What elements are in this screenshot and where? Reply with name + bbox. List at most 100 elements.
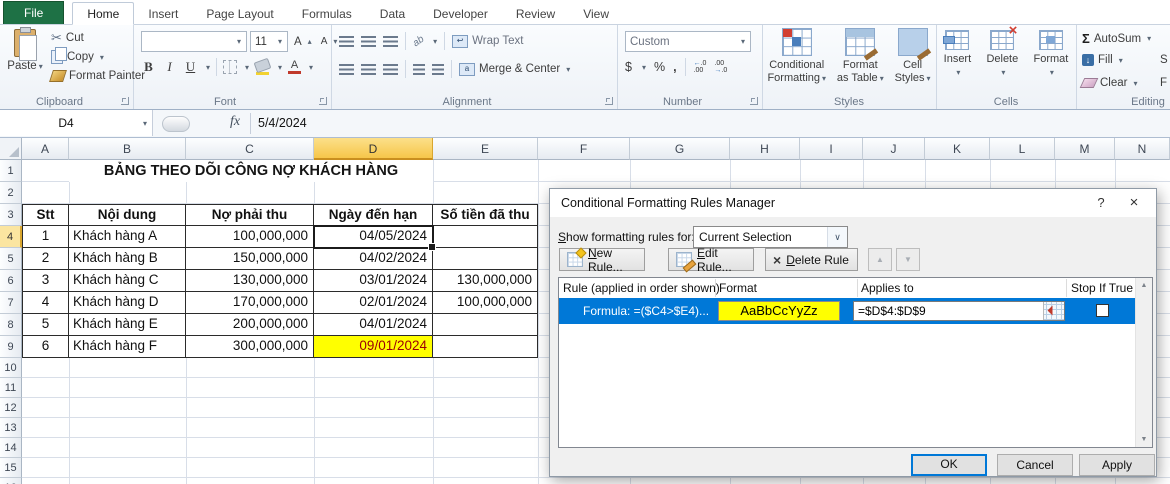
row-header-2[interactable]: 2 [0,182,22,204]
cell-C7[interactable]: 170,000,000 [186,292,314,314]
delete-cells-button[interactable]: Delete ▾ [986,24,1018,79]
paste-button[interactable]: Paste ▾ [4,27,46,95]
alignment-dialog-launcher-icon[interactable] [605,97,613,105]
cell-E9[interactable] [433,336,538,358]
tab-formulas[interactable]: Formulas [288,3,366,24]
formula-bar-value[interactable]: 5/4/2024 [258,116,307,130]
merge-center-button[interactable]: a Merge & Center ▾ [459,62,570,76]
cell-D9[interactable]: 09/01/2024 [314,336,433,358]
tab-home[interactable]: Home [72,2,135,25]
increase-decimal-button[interactable]: ←.0 .00 [694,60,707,74]
col-header-H[interactable]: H [730,138,800,160]
row-header-4[interactable]: 4 [0,226,22,248]
cell-C5[interactable]: 150,000,000 [186,248,314,270]
tab-file[interactable]: File [3,1,65,24]
applies-to-field[interactable]: =$D$4:$D$9 [853,301,1065,321]
percent-style-button[interactable]: % [654,60,665,74]
cell-E7[interactable]: 100,000,000 [433,292,538,314]
cancel-button[interactable]: Cancel [997,454,1073,476]
font-size-combo[interactable]: 11 ▾ [250,31,288,52]
autosum-button[interactable]: Σ AutoSum ▾ [1082,31,1151,46]
borders-button[interactable] [223,60,238,74]
cell-C6[interactable]: 130,000,000 [186,270,314,292]
name-box[interactable]: D4 ▾ [0,110,153,136]
decrease-decimal-button[interactable]: .00 →.0 [714,60,727,74]
dialog-titlebar[interactable]: Conditional Formatting Rules Manager ? × [550,189,1156,217]
col-header-F[interactable]: F [538,138,630,160]
row-header-9[interactable]: 9 [0,336,22,358]
col-header-N[interactable]: N [1115,138,1170,160]
align-right-icon[interactable] [383,63,398,75]
align-middle-icon[interactable] [361,35,376,47]
select-all-corner[interactable] [0,138,22,160]
row-header-12[interactable]: 12 [0,398,22,418]
cell-A4[interactable]: 1 [22,226,69,248]
scroll-down-icon[interactable]: ▼ [1136,432,1152,447]
edit-rule-button[interactable]: Edit Rule... [668,246,754,274]
font-name-combo[interactable]: ▾ [141,31,247,52]
scroll-up-icon[interactable]: ▲ [1136,278,1152,293]
decrease-indent-icon[interactable] [413,63,425,75]
cell-B5[interactable]: Khách hàng B [69,248,186,270]
cell-B6[interactable]: Khách hàng C [69,270,186,292]
row-header-1[interactable]: 1 [0,160,22,182]
formula-bar-circle-button[interactable] [162,116,190,132]
align-center-icon[interactable] [361,63,376,75]
cell-A3[interactable]: Stt [22,204,69,226]
comma-style-button[interactable]: , [673,60,676,74]
align-left-icon[interactable] [339,63,354,75]
fill-handle[interactable] [428,243,436,251]
cell-B4[interactable]: Khách hàng A [69,226,186,248]
col-header-M[interactable]: M [1055,138,1115,160]
col-header-I[interactable]: I [800,138,863,160]
tab-page-layout[interactable]: Page Layout [192,3,287,24]
cell-C3[interactable]: Nợ phải thu [186,204,314,226]
col-header-G[interactable]: G [630,138,730,160]
bold-button[interactable]: B [141,59,156,75]
col-header-D[interactable]: D [314,138,433,160]
conditional-formatting-button[interactable]: Conditional Formatting ▾ [767,28,826,85]
help-button[interactable]: ? [1092,195,1110,210]
tab-developer[interactable]: Developer [419,3,502,24]
delete-rule-button[interactable]: × Delete Rule [765,248,858,271]
cell-E8[interactable] [433,314,538,336]
active-cell-selection[interactable] [313,225,436,251]
cell-B8[interactable]: Khách hàng E [69,314,186,336]
number-dialog-launcher-icon[interactable] [750,97,758,105]
tab-data[interactable]: Data [366,3,419,24]
col-header-J[interactable]: J [863,138,925,160]
col-header-E[interactable]: E [433,138,538,160]
row-header-11[interactable]: 11 [0,378,22,398]
italic-button[interactable]: I [162,59,177,75]
rule-row-selected[interactable]: Formula: =($C4>$E4)... AaBbCcYyZz =$D$4:… [559,298,1136,324]
fill-button[interactable]: ↓ Fill ▾ [1082,54,1123,66]
col-header-L[interactable]: L [990,138,1055,160]
clipboard-dialog-launcher-icon[interactable] [121,97,129,105]
grow-font-button[interactable]: A ▴ [291,35,315,49]
cell-C8[interactable]: 200,000,000 [186,314,314,336]
col-header-B[interactable]: B [69,138,186,160]
cell-D6[interactable]: 03/01/2024 [314,270,433,292]
cell-E4[interactable] [433,226,538,248]
ok-button[interactable]: OK [911,454,987,476]
cell-E3[interactable]: Số tiền đã thu [433,204,538,226]
col-header-K[interactable]: K [925,138,990,160]
row-header-3[interactable]: 3 [0,204,22,226]
insert-cells-button[interactable]: Insert ▾ [943,30,971,79]
tab-view[interactable]: View [569,3,623,24]
cell-D3[interactable]: Ngày đến hạn [314,204,433,226]
orientation-button[interactable]: ab [411,33,426,48]
row-header-15[interactable]: 15 [0,458,22,478]
cell-B9[interactable]: Khách hàng F [69,336,186,358]
align-top-icon[interactable] [339,35,354,47]
cell-A7[interactable]: 4 [22,292,69,314]
tab-review[interactable]: Review [502,3,569,24]
cell-A9[interactable]: 6 [22,336,69,358]
row-header-16[interactable]: 16 [0,478,22,484]
apply-button[interactable]: Apply [1079,454,1155,476]
align-bottom-icon[interactable] [383,35,398,47]
tab-insert[interactable]: Insert [134,3,192,24]
increase-indent-icon[interactable] [432,63,444,75]
underline-button[interactable]: U [183,59,198,75]
cell-A6[interactable]: 3 [22,270,69,292]
